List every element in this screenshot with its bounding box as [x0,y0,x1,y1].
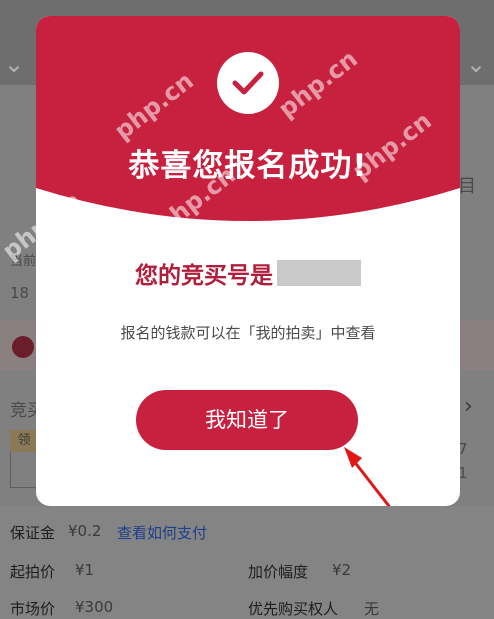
start-price-value: ¥1 [75,561,95,579]
market-price-label: 市场价 [10,600,56,618]
deposit-value: ¥0.2 [68,522,102,540]
auction-details: 保证金 ¥0.2 查看如何支付 起拍价 ¥1 加价幅度 ¥2 市场价 ¥300 … [0,506,494,619]
deposit-label: 保证金 [10,524,56,542]
priority-label: 优先购买权人 [248,600,339,618]
start-price-label: 起拍价 [10,563,56,581]
increment-label: 加价幅度 [248,563,309,581]
market-price-value: ¥300 [75,598,114,616]
pay-help-link[interactable]: 查看如何支付 [117,522,207,543]
increment-value: ¥2 [332,561,352,579]
priority-value: 无 [364,600,380,618]
